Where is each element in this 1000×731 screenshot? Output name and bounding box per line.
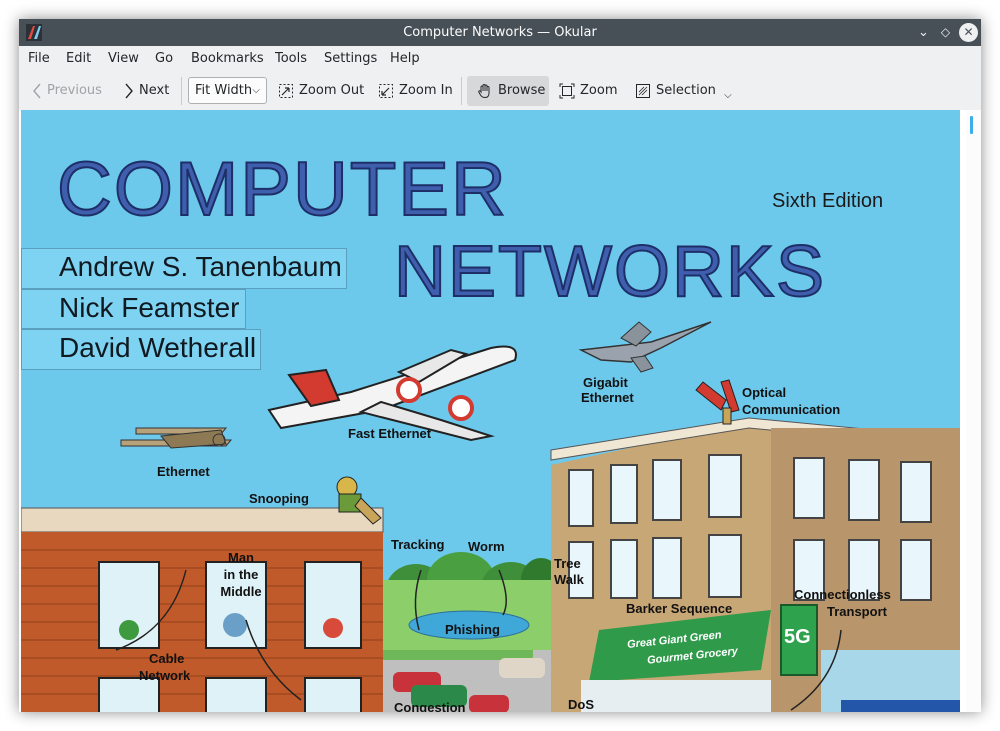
previous-label: Previous (47, 83, 102, 98)
vertical-scrollbar[interactable] (966, 110, 981, 712)
chevron-left-icon (33, 83, 41, 98)
window-title: Computer Networks — Okular (403, 25, 597, 40)
zoom-in-label: Zoom In (399, 83, 453, 98)
biplane-illustration (120, 427, 233, 449)
minimize-button[interactable]: ⌄ (914, 23, 933, 42)
menu-view[interactable]: View (108, 46, 139, 72)
browse-tool-button[interactable]: Browse (467, 76, 549, 106)
okular-window: Computer Networks — Okular ⌄ ◇ ✕ File Ed… (19, 19, 981, 712)
cover-label-middle: Middle (220, 584, 262, 599)
document-view[interactable]: COMPUTER NETWORKS Sixth Edition Andrew S… (19, 110, 981, 712)
chevron-down-icon: ⌵ (252, 85, 260, 96)
toolbar-separator (181, 77, 182, 105)
cover-label-tracking: Tracking (391, 537, 445, 552)
zoom-mode-value: Fit Width (195, 83, 253, 98)
scrollbar-thumb[interactable] (970, 116, 973, 134)
menu-tools[interactable]: Tools (275, 46, 307, 72)
cover-label-man: Man (228, 550, 254, 565)
chevron-down-icon[interactable]: ⌵ (724, 90, 732, 101)
menu-file[interactable]: File (28, 46, 50, 72)
cover-label-walk: Walk (554, 572, 584, 587)
close-button[interactable]: ✕ (959, 23, 978, 42)
jet-illustration (578, 321, 712, 373)
zoom-tool-icon (559, 83, 575, 98)
menu-bookmarks[interactable]: Bookmarks (191, 46, 264, 72)
selection-tool-button[interactable]: Selection ⌵ (635, 76, 732, 106)
cover-label-connectionless: Connectionless (794, 587, 891, 602)
selection-label: Selection (656, 83, 716, 98)
cover-label-network: Network (139, 668, 191, 683)
menu-edit[interactable]: Edit (66, 46, 91, 72)
zoom-out-label: Zoom Out (299, 83, 365, 98)
zoom-tool-button[interactable]: Zoom (559, 76, 617, 106)
zoom-out-button[interactable]: Zoom Out (278, 76, 364, 106)
cover-label-fast-ethernet: Fast Ethernet (348, 426, 432, 441)
cover-label-congestion: Congestion (394, 700, 466, 712)
selection-icon (636, 83, 650, 98)
cover-label-dos: DoS (568, 697, 594, 712)
chevron-right-icon (125, 83, 133, 98)
maximize-button[interactable]: ◇ (936, 23, 955, 42)
main-toolbar: Previous Next Fit Width ⌵ Zoom Out Zoom … (19, 72, 981, 110)
park (383, 580, 563, 712)
book-cover-page: COMPUTER NETWORKS Sixth Edition Andrew S… (21, 110, 960, 712)
next-button[interactable]: Next (124, 76, 169, 106)
cover-label-barker-sequence: Barker Sequence (626, 601, 733, 616)
cover-label-transport: Transport (827, 604, 887, 619)
zoom-tool-label: Zoom (580, 83, 618, 98)
cover-label-optical: Optical (742, 385, 787, 400)
antenna-illustration (695, 379, 740, 425)
title-bar[interactable]: Computer Networks — Okular ⌄ ◇ ✕ (19, 19, 981, 46)
zoom-mode-select[interactable]: Fit Width ⌵ (188, 77, 267, 104)
cover-label-in-the: in the (223, 567, 259, 582)
hand-icon (478, 83, 490, 98)
next-label: Next (139, 83, 170, 98)
cover-label-cable: Cable (149, 651, 185, 666)
toolbar-separator (461, 77, 462, 105)
cover-label-gigabit-ethernet: Ethernet (581, 390, 634, 405)
cover-label-communication: Communication (742, 402, 841, 417)
zoom-in-icon (379, 83, 393, 98)
tan-building (550, 417, 960, 712)
menu-bar: File Edit View Go Bookmarks Tools Settin… (19, 46, 981, 72)
cover-label-phishing: Phishing (445, 622, 500, 637)
cover-label-ethernet: Ethernet (157, 464, 210, 479)
menu-help[interactable]: Help (390, 46, 420, 72)
zoom-in-button[interactable]: Zoom In (378, 76, 453, 106)
previous-button[interactable]: Previous (32, 76, 102, 106)
fiveg-sign: 5G (784, 626, 811, 648)
browse-label: Browse (498, 83, 546, 98)
cover-label-tree: Tree (554, 556, 581, 571)
menu-go[interactable]: Go (155, 46, 173, 72)
brick-building (21, 507, 384, 712)
cover-label-snooping: Snooping (249, 491, 309, 506)
zoom-out-icon (279, 83, 293, 98)
cover-label-worm: Worm (468, 539, 505, 554)
menu-settings[interactable]: Settings (324, 46, 377, 72)
cover-label-gigabit: Gigabit (583, 375, 628, 390)
